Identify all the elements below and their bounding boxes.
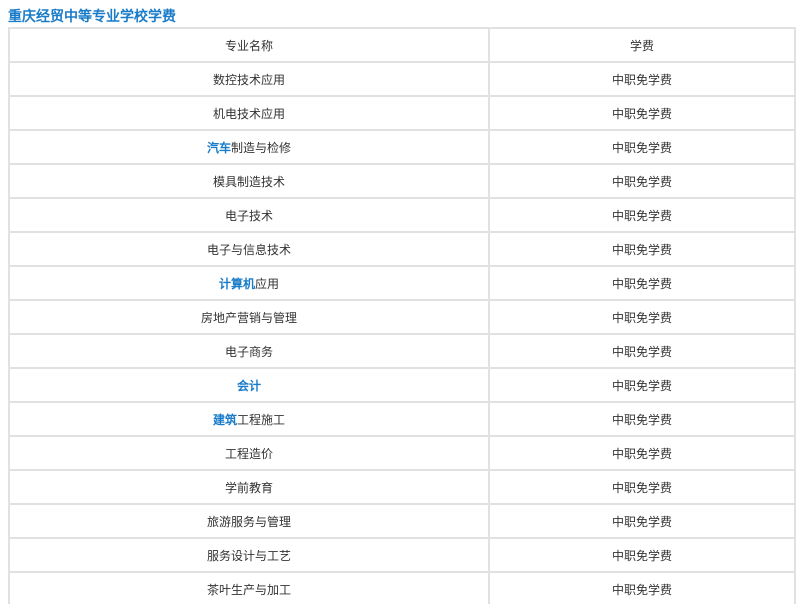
table-row: 电子商务 中职免学费 [8, 333, 796, 369]
major-cell: 汽车制造与检修 [8, 129, 490, 165]
table-row: 计算机应用 中职免学费 [8, 265, 796, 301]
fee-cell: 中职免学费 [488, 129, 796, 165]
fee-cell: 中职免学费 [488, 503, 796, 539]
fee-cell: 中职免学费 [488, 401, 796, 437]
fee-cell: 中职免学费 [488, 333, 796, 369]
major-cell: 数控技术应用 [8, 61, 490, 97]
major-name: 数控技术应用 [212, 72, 285, 87]
column-header-fee: 学费 [488, 27, 796, 63]
major-name: 工程造价 [224, 446, 273, 461]
table-row: 机电技术应用 中职免学费 [8, 95, 796, 131]
major-name: 房地产营销与管理 [200, 310, 297, 325]
table-row: 电子与信息技术 中职免学费 [8, 231, 796, 267]
fee-cell: 中职免学费 [488, 265, 796, 301]
fee-cell: 中职免学费 [488, 95, 796, 131]
tuition-table: 专业名称 学费 数控技术应用 中职免学费 机电技术应用 中职免学费 汽车制造与检… [8, 27, 796, 604]
table-row: 服务设计与工艺 中职免学费 [8, 537, 796, 573]
major-cell: 计算机应用 [8, 265, 490, 301]
major-name: 工程施工 [237, 412, 286, 427]
fee-cell: 中职免学费 [488, 367, 796, 403]
fee-cell: 中职免学费 [488, 537, 796, 573]
page-title: 重庆经贸中等专业学校学费 [8, 9, 176, 25]
major-name: 制造与检修 [231, 140, 292, 155]
major-cell: 学前教育 [8, 469, 490, 505]
table-row: 电子技术 中职免学费 [8, 197, 796, 233]
table-row: 房地产营销与管理 中职免学费 [8, 299, 796, 335]
table-row: 工程造价 中职免学费 [8, 435, 796, 471]
fee-cell: 中职免学费 [488, 197, 796, 233]
major-cell: 房地产营销与管理 [8, 299, 490, 335]
major-name: 电子与信息技术 [206, 242, 291, 257]
major-cell: 电子商务 [8, 333, 490, 369]
major-name: 学前教育 [224, 480, 273, 495]
major-cell: 模具制造技术 [8, 163, 490, 199]
page: 重庆经贸中等专业学校学费 专业名称 学费 数控技术应用 中职免学费 机电技术应用… [0, 0, 800, 604]
major-cell: 茶叶生产与加工 [8, 571, 490, 604]
major-name: 旅游服务与管理 [206, 514, 291, 529]
fee-cell: 中职免学费 [488, 435, 796, 471]
major-cell: 会计 [8, 367, 490, 403]
major-name: 服务设计与工艺 [206, 548, 291, 563]
major-link[interactable]: 计算机 [219, 277, 255, 291]
table-row: 旅游服务与管理 中职免学费 [8, 503, 796, 539]
table-row: 模具制造技术 中职免学费 [8, 163, 796, 199]
major-cell: 机电技术应用 [8, 95, 490, 131]
column-header-major: 专业名称 [8, 27, 490, 63]
major-name: 电子技术 [224, 208, 273, 223]
fee-cell: 中职免学费 [488, 469, 796, 505]
major-name: 机电技术应用 [212, 106, 285, 121]
major-cell: 电子与信息技术 [8, 231, 490, 267]
major-cell: 旅游服务与管理 [8, 503, 490, 539]
major-name: 茶叶生产与加工 [206, 582, 291, 597]
major-link[interactable]: 汽车 [207, 141, 231, 155]
fee-cell: 中职免学费 [488, 163, 796, 199]
major-name: 电子商务 [224, 344, 273, 359]
fee-cell: 中职免学费 [488, 61, 796, 97]
table-row: 茶叶生产与加工 中职免学费 [8, 571, 796, 604]
table-header-row: 专业名称 学费 [8, 27, 796, 63]
table-body: 数控技术应用 中职免学费 机电技术应用 中职免学费 汽车制造与检修 中职免学费 … [8, 61, 796, 604]
fee-cell: 中职免学费 [488, 571, 796, 604]
fee-cell: 中职免学费 [488, 299, 796, 335]
major-name: 应用 [255, 276, 280, 291]
table-row: 数控技术应用 中职免学费 [8, 61, 796, 97]
table-row: 汽车制造与检修 中职免学费 [8, 129, 796, 165]
table-row: 学前教育 中职免学费 [8, 469, 796, 505]
major-cell: 建筑工程施工 [8, 401, 490, 437]
major-cell: 服务设计与工艺 [8, 537, 490, 573]
major-cell: 工程造价 [8, 435, 490, 471]
major-link[interactable]: 会计 [237, 379, 261, 393]
table-row: 会计 中职免学费 [8, 367, 796, 403]
major-link[interactable]: 建筑 [213, 413, 237, 427]
major-cell: 电子技术 [8, 197, 490, 233]
major-name: 模具制造技术 [212, 174, 285, 189]
fee-cell: 中职免学费 [488, 231, 796, 267]
table-row: 建筑工程施工 中职免学费 [8, 401, 796, 437]
